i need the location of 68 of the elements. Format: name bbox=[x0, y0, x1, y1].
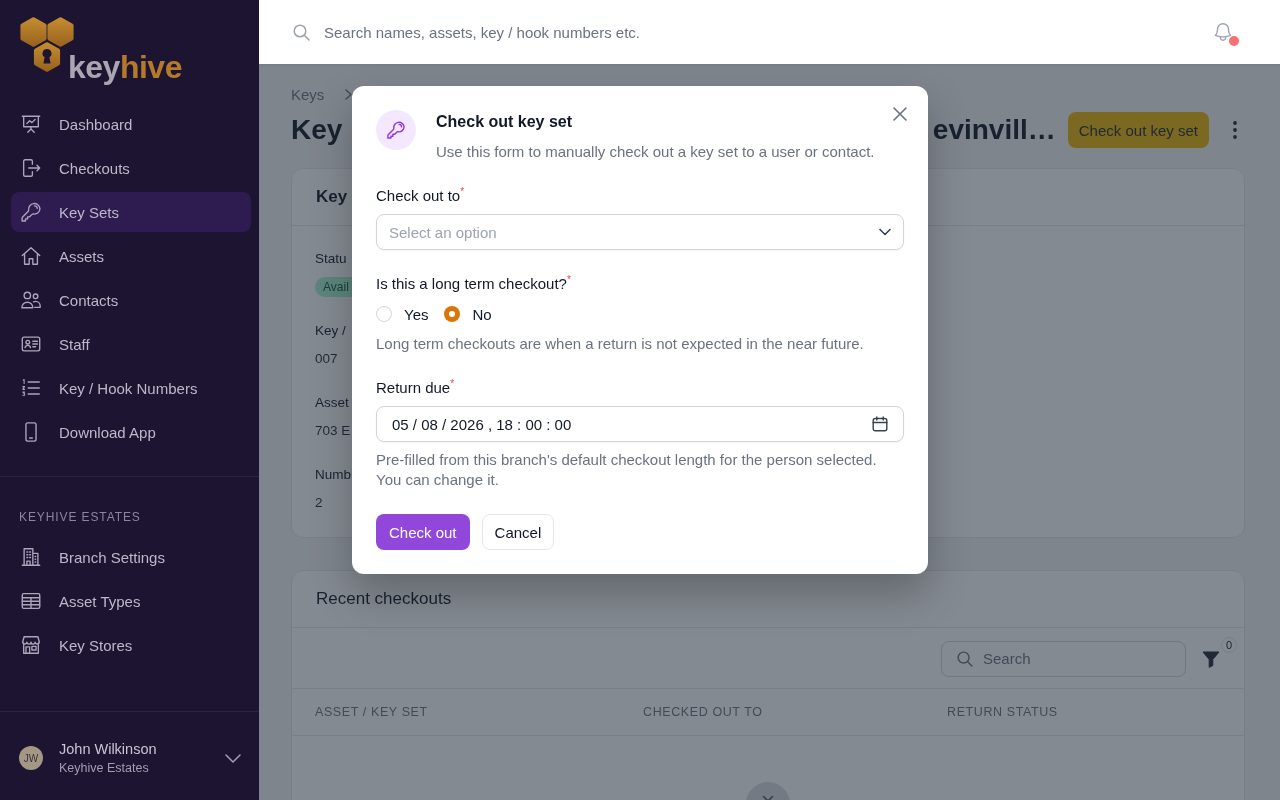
help-text: Pre-filled from this branch's default checkout length for the person selected. You can change it. bbox=[376, 450, 878, 490]
field-value: 2 bbox=[315, 494, 323, 512]
nav-item[interactable]: Key / Hook Numbers bbox=[11, 368, 251, 408]
card-title: Recent checkouts bbox=[316, 589, 452, 609]
nav-item[interactable]: Branch Settings bbox=[11, 537, 251, 577]
filter-icon[interactable] bbox=[1202, 649, 1220, 668]
search-icon bbox=[293, 23, 310, 41]
page-title: Key bbox=[291, 113, 343, 147]
radio-option[interactable]: No bbox=[444, 304, 492, 324]
dialog-description: Use this form to manually check out a key set to a user or contact. bbox=[436, 142, 875, 162]
search-input[interactable]: Search bbox=[983, 648, 1133, 669]
nav-item[interactable]: Assets bbox=[11, 236, 251, 276]
page-title: evinvill… bbox=[932, 113, 1056, 147]
radio-option[interactable]: Yes bbox=[376, 304, 429, 324]
nav-item[interactable]: Asset Types bbox=[11, 581, 251, 621]
section-heading: KEYHIVE ESTATES bbox=[19, 509, 141, 525]
field-value: 007 bbox=[315, 350, 338, 368]
field-value: 703 E bbox=[315, 422, 351, 440]
help-text: Long term checkouts are when a return is not expected in the near future. bbox=[376, 334, 864, 354]
cancel-button[interactable]: Cancel bbox=[481, 514, 555, 550]
kebab-menu-icon[interactable] bbox=[1233, 121, 1237, 139]
numbered-list-icon bbox=[20, 377, 42, 399]
avatar: JW bbox=[19, 746, 43, 770]
field-label: Is this a long term checkout?$^{*}$ bbox=[376, 274, 571, 294]
key-icon bbox=[20, 201, 42, 223]
field-label: Numb bbox=[315, 466, 351, 484]
date-time-field[interactable]: 05 / 08 / 2026 , 18 : 00 : 00 bbox=[376, 406, 904, 442]
logo-wordmark: keyhive bbox=[68, 51, 182, 83]
close-icon[interactable] bbox=[893, 107, 907, 121]
nav-item[interactable]: Dashboard bbox=[11, 104, 251, 144]
submit-button[interactable]: Check out bbox=[376, 514, 470, 550]
exit-arrow-icon bbox=[20, 157, 42, 179]
nav-item[interactable]: Key Stores bbox=[11, 625, 251, 665]
column-header: ASSET / KEY SET bbox=[315, 705, 428, 719]
chevron-down-icon bbox=[879, 228, 891, 236]
nav-item[interactable]: Contacts bbox=[11, 280, 251, 320]
nav-item[interactable]: Checkouts bbox=[11, 148, 251, 188]
user-organization: Keyhive Estates bbox=[59, 760, 149, 776]
search-icon bbox=[957, 650, 973, 667]
id-card-icon bbox=[20, 333, 42, 355]
storefront-icon bbox=[20, 634, 42, 656]
field-label: Statu bbox=[315, 250, 347, 268]
calendar-icon bbox=[872, 416, 888, 432]
column-header: RETURN STATUS bbox=[947, 705, 1058, 719]
field-label: Return due$^{*}$ bbox=[376, 378, 455, 398]
status-badge: Avail bbox=[315, 277, 352, 297]
chevron-right-icon bbox=[345, 88, 353, 100]
search-field[interactable]: Search bbox=[941, 640, 1186, 677]
filter-count-badge: 0 bbox=[1221, 636, 1237, 653]
presentation-chart-icon bbox=[20, 113, 42, 135]
people-icon bbox=[20, 289, 42, 311]
key-icon bbox=[376, 110, 416, 150]
field-label: Key / bbox=[315, 322, 346, 340]
nav-item[interactable]: Download App bbox=[11, 412, 251, 452]
card-title: Key bbox=[316, 187, 348, 207]
field-label: Asset bbox=[315, 394, 349, 412]
table-icon bbox=[20, 590, 42, 612]
house-icon bbox=[20, 245, 42, 267]
building-icon bbox=[20, 546, 42, 568]
nav-item[interactable]: Key Sets bbox=[11, 192, 251, 232]
user-name: John Wilkinson bbox=[59, 740, 157, 758]
nav-item[interactable]: Staff bbox=[11, 324, 251, 364]
chevron-down-icon[interactable] bbox=[225, 753, 241, 763]
bell-icon[interactable] bbox=[1212, 21, 1234, 43]
search-input[interactable]: Search names, assets, key / hook numbers etc. bbox=[324, 21, 1172, 43]
field-label: Check out to$^{*}$ bbox=[376, 186, 465, 206]
column-header: CHECKED OUT TO bbox=[643, 705, 763, 719]
dialog-title: Check out key set bbox=[436, 112, 573, 132]
